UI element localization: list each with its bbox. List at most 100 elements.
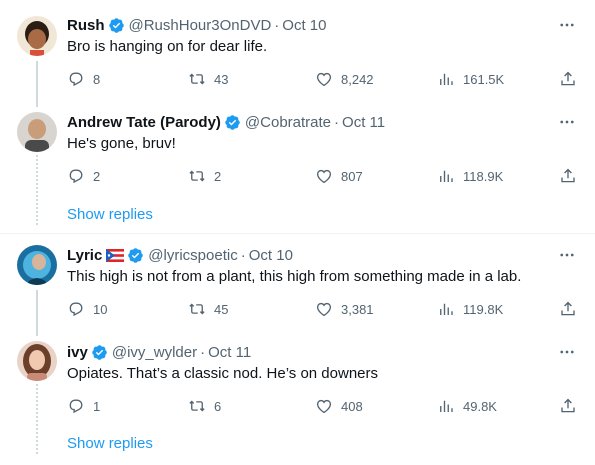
more-options-icon[interactable] (556, 342, 578, 362)
views-icon (440, 170, 453, 182)
user-handle[interactable]: @RushHour3OnDVD (129, 17, 272, 34)
views-count: 161.5K (463, 71, 505, 87)
timestamp[interactable]: Oct 11 (208, 344, 251, 361)
verified-icon (128, 247, 144, 263)
reply-count: 2 (93, 168, 101, 184)
like-count: 3,381 (341, 301, 374, 317)
separator: · (334, 113, 340, 131)
more-options-icon[interactable] (556, 112, 578, 132)
display-name[interactable]: ivy (67, 344, 88, 361)
tweet-header: Lyric @lyricspoetic · Oct 10 (67, 245, 293, 265)
reply-icon (69, 302, 83, 317)
share-button[interactable] (559, 69, 577, 89)
share-button[interactable] (559, 166, 577, 186)
heart-icon (316, 302, 332, 317)
display-name[interactable]: Andrew Tate (Parody) (67, 114, 221, 131)
user-handle[interactable]: @Cobratrate (245, 114, 331, 131)
verified-icon (108, 17, 124, 33)
retweet-icon (189, 400, 205, 412)
separator: · (200, 343, 206, 361)
views-button[interactable]: 119.8K (437, 299, 503, 319)
views-icon (440, 303, 453, 315)
retweet-count: 45 (214, 301, 229, 317)
share-icon (561, 301, 575, 316)
avatar[interactable] (17, 112, 57, 152)
show-replies-link[interactable]: Show replies (67, 435, 153, 452)
views-button[interactable]: 49.8K (437, 396, 497, 416)
tweet-header: Rush @RushHour3OnDVD · Oct 10 (67, 15, 326, 35)
timestamp[interactable]: Oct 10 (282, 17, 326, 34)
views-count: 49.8K (463, 398, 497, 414)
display-name[interactable]: Rush (67, 17, 105, 34)
like-count: 408 (341, 398, 363, 414)
like-button[interactable]: 3,381 (315, 299, 374, 319)
timestamp[interactable]: Oct 11 (342, 114, 385, 131)
user-handle[interactable]: @lyricspoetic (148, 247, 237, 264)
tweet-actions: 10 45 3,381 119.8K (67, 299, 577, 319)
like-button[interactable]: 807 (315, 166, 363, 186)
retweet-icon (189, 303, 205, 315)
timestamp[interactable]: Oct 10 (249, 247, 293, 264)
share-icon (561, 168, 575, 183)
share-icon (561, 71, 575, 86)
heart-icon (316, 169, 332, 184)
like-count: 8,242 (341, 71, 374, 87)
tweet-text: This high is not from a plant, this high… (67, 268, 522, 285)
retweet-icon (189, 170, 205, 182)
tweet-text: Bro is hanging on for dear life. (67, 38, 268, 55)
like-button[interactable]: 8,242 (315, 69, 374, 89)
reply-button[interactable]: 10 (67, 299, 107, 319)
share-button[interactable] (559, 299, 577, 319)
reply-button[interactable]: 2 (67, 166, 100, 186)
user-handle[interactable]: @ivy_wylder (112, 344, 197, 361)
more-options-icon[interactable] (556, 245, 578, 265)
like-button[interactable]: 408 (315, 396, 363, 416)
separator: · (274, 16, 280, 34)
retweet-count: 2 (214, 168, 222, 184)
tweet-actions: 1 6 408 49.8K (67, 396, 577, 416)
retweet-count: 43 (214, 71, 229, 87)
thread-dots (36, 384, 38, 454)
tweet-header: Andrew Tate (Parody) @Cobratrate · Oct 1… (67, 112, 385, 132)
views-count: 118.9K (463, 168, 504, 184)
tweet-text: Opiates. That’s a classic nod. He’s on d… (67, 365, 379, 382)
thread-divider (0, 233, 595, 234)
views-count: 119.8K (463, 301, 504, 317)
avatar[interactable] (17, 16, 57, 56)
more-options-icon[interactable] (556, 15, 578, 35)
retweet-count: 6 (214, 398, 222, 414)
tweet-header: ivy @ivy_wylder · Oct 11 (67, 342, 251, 362)
avatar[interactable] (17, 341, 57, 381)
heart-icon (316, 72, 332, 87)
retweet-button[interactable]: 45 (188, 299, 228, 319)
heart-icon (316, 399, 332, 414)
retweet-button[interactable]: 2 (188, 166, 221, 186)
display-name[interactable]: Lyric (67, 247, 102, 264)
reply-button[interactable]: 1 (67, 396, 100, 416)
tweet-text: He's gone, bruv! (67, 135, 176, 152)
reply-icon (69, 169, 83, 184)
puerto-rico-flag-icon (106, 248, 125, 262)
share-icon (561, 398, 575, 413)
tweet-actions: 8 43 8,242 161.5K (67, 69, 577, 89)
verified-icon (225, 114, 240, 130)
reply-icon (69, 399, 83, 414)
tweet-actions: 2 2 807 118.9K (67, 166, 577, 186)
retweet-button[interactable]: 6 (188, 396, 221, 416)
views-button[interactable]: 118.9K (437, 166, 503, 186)
reply-button[interactable]: 8 (67, 69, 100, 89)
like-count: 807 (341, 168, 363, 184)
retweet-icon (189, 73, 205, 85)
views-button[interactable]: 161.5K (437, 69, 504, 89)
thread-line (36, 61, 38, 107)
views-icon (440, 400, 453, 412)
reply-count: 1 (93, 398, 101, 414)
avatar[interactable] (17, 245, 57, 285)
show-replies-link[interactable]: Show replies (67, 206, 153, 223)
separator: · (240, 246, 246, 264)
reply-count: 10 (93, 301, 108, 317)
reply-icon (69, 72, 83, 87)
retweet-button[interactable]: 43 (188, 69, 228, 89)
reply-count: 8 (93, 71, 101, 87)
share-button[interactable] (559, 396, 577, 416)
